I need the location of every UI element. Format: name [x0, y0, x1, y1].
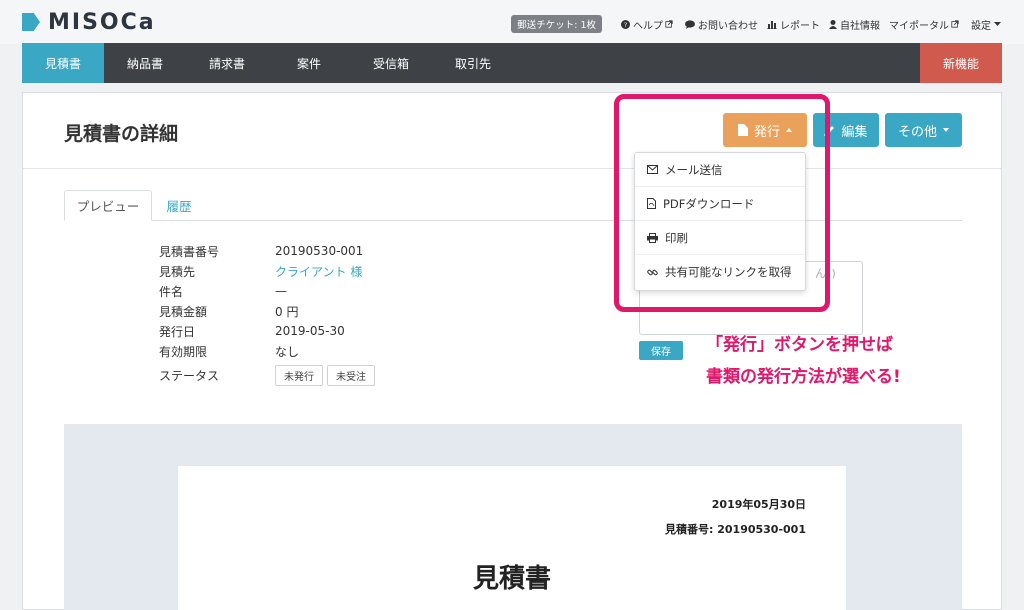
contact-link[interactable]: お問い合わせ	[685, 17, 758, 32]
memo-save-button[interactable]: 保存	[639, 341, 683, 360]
misoca-logo[interactable]: MISOCa	[22, 9, 156, 35]
page-title: 見積書の詳細	[64, 123, 179, 145]
detail-label: 有効期限	[159, 344, 208, 359]
highlight-frame	[614, 94, 830, 312]
annotation-line-2: 書類の発行方法が選べる!	[706, 367, 901, 387]
svg-text:?: ?	[624, 22, 627, 29]
caret-down-icon	[994, 21, 1001, 26]
external-link-icon	[951, 20, 959, 28]
settings-menu[interactable]: 設定	[971, 17, 1004, 32]
expiry-value: なし	[275, 344, 300, 359]
top-nav: 郵送チケット: 1枚 ? ヘルプ お問い合わせ レポート 自社情報 マイポータル…	[511, 15, 1004, 33]
detail-label: 件名	[159, 284, 184, 299]
detail-row: 見積金額 0 円	[159, 301, 459, 321]
settings-label: 設定	[971, 20, 991, 32]
nav-tab-clients[interactable]: 取引先	[432, 43, 514, 83]
nav-tab-estimates[interactable]: 見積書	[22, 43, 104, 83]
nav-tab-projects[interactable]: 案件	[268, 43, 350, 83]
estimate-number-value: 20190530-001	[275, 244, 364, 258]
nav-tab-invoices[interactable]: 請求書	[186, 43, 268, 83]
company-info-link[interactable]: 自社情報	[829, 17, 880, 32]
help-link[interactable]: ? ヘルプ	[621, 17, 676, 32]
detail-row: 見積書番号 20190530-001	[159, 241, 459, 261]
detail-label: 見積金額	[159, 304, 208, 319]
nav-tab-inbox[interactable]: 受信箱	[350, 43, 432, 83]
company-info-label: 自社情報	[840, 20, 880, 32]
status-badge-unordered: 未受注	[327, 364, 375, 386]
issue-date-value: 2019-05-30	[275, 324, 345, 338]
amount-value: 0 円	[275, 304, 299, 319]
chat-bubble-icon	[685, 19, 695, 29]
bar-chart-icon	[767, 20, 777, 29]
paper-date: 2019年05月30日	[711, 498, 806, 511]
user-icon	[829, 19, 837, 29]
status-badge-unissued: 未発行	[275, 364, 323, 386]
card-header: 見積書の詳細 発行 編集 その他	[23, 93, 1001, 169]
detail-label: 発行日	[159, 324, 196, 339]
help-label: ヘルプ	[633, 20, 663, 32]
other-button-label: その他	[897, 124, 937, 140]
client-link[interactable]: クライアント 様	[275, 263, 362, 280]
detail-row: 見積先 クライアント 様	[159, 261, 459, 281]
my-portal-link[interactable]: マイポータル	[889, 17, 962, 32]
other-menu-button[interactable]: その他	[885, 113, 962, 147]
contact-label: お問い合わせ	[698, 20, 758, 32]
main-nav: 見積書 納品書 請求書 案件 受信箱 取引先 新機能	[22, 43, 1002, 83]
report-link[interactable]: レポート	[767, 17, 820, 32]
tab-history[interactable]: 履歴	[164, 190, 194, 221]
status-label: ステータス	[159, 368, 220, 383]
paper-title: 見積書	[472, 564, 551, 594]
external-link-icon	[665, 20, 673, 28]
logo-text: MISOCa	[48, 9, 156, 35]
top-bar: MISOCa 郵送チケット: 1枚 ? ヘルプ お問い合わせ レポート 自社情報…	[0, 0, 1024, 44]
report-label: レポート	[780, 20, 820, 32]
detail-label: 見積先	[159, 264, 196, 279]
status-row: ステータス 未発行 未受注	[159, 363, 459, 387]
detail-row: 有効期限 なし	[159, 341, 459, 361]
estimate-paper: 2019年05月30日 見積番号: 20190530-001 見積書	[178, 466, 846, 610]
new-feature-button[interactable]: 新機能	[920, 43, 1002, 83]
document-preview: 2019年05月30日 見積番号: 20190530-001 見積書	[64, 424, 962, 610]
detail-label: 見積書番号	[159, 244, 220, 259]
detail-row: 発行日 2019-05-30	[159, 321, 459, 341]
subject-value: —	[275, 284, 287, 298]
postal-ticket-badge: 郵送チケット: 1枚	[511, 15, 602, 33]
detail-row: 件名 —	[159, 281, 459, 301]
question-circle-icon: ?	[621, 19, 630, 29]
annotation-line-1: 「発行」ボタンを押せば	[706, 335, 893, 355]
paper-estimate-number: 見積番号: 20190530-001	[665, 523, 806, 536]
caret-down-icon	[943, 128, 949, 132]
tab-preview[interactable]: プレビュー	[64, 190, 152, 221]
my-portal-label: マイポータル	[889, 20, 949, 32]
logo-mark-icon	[22, 13, 40, 31]
nav-tab-delivery-notes[interactable]: 納品書	[104, 43, 186, 83]
edit-button-label: 編集	[841, 124, 868, 140]
